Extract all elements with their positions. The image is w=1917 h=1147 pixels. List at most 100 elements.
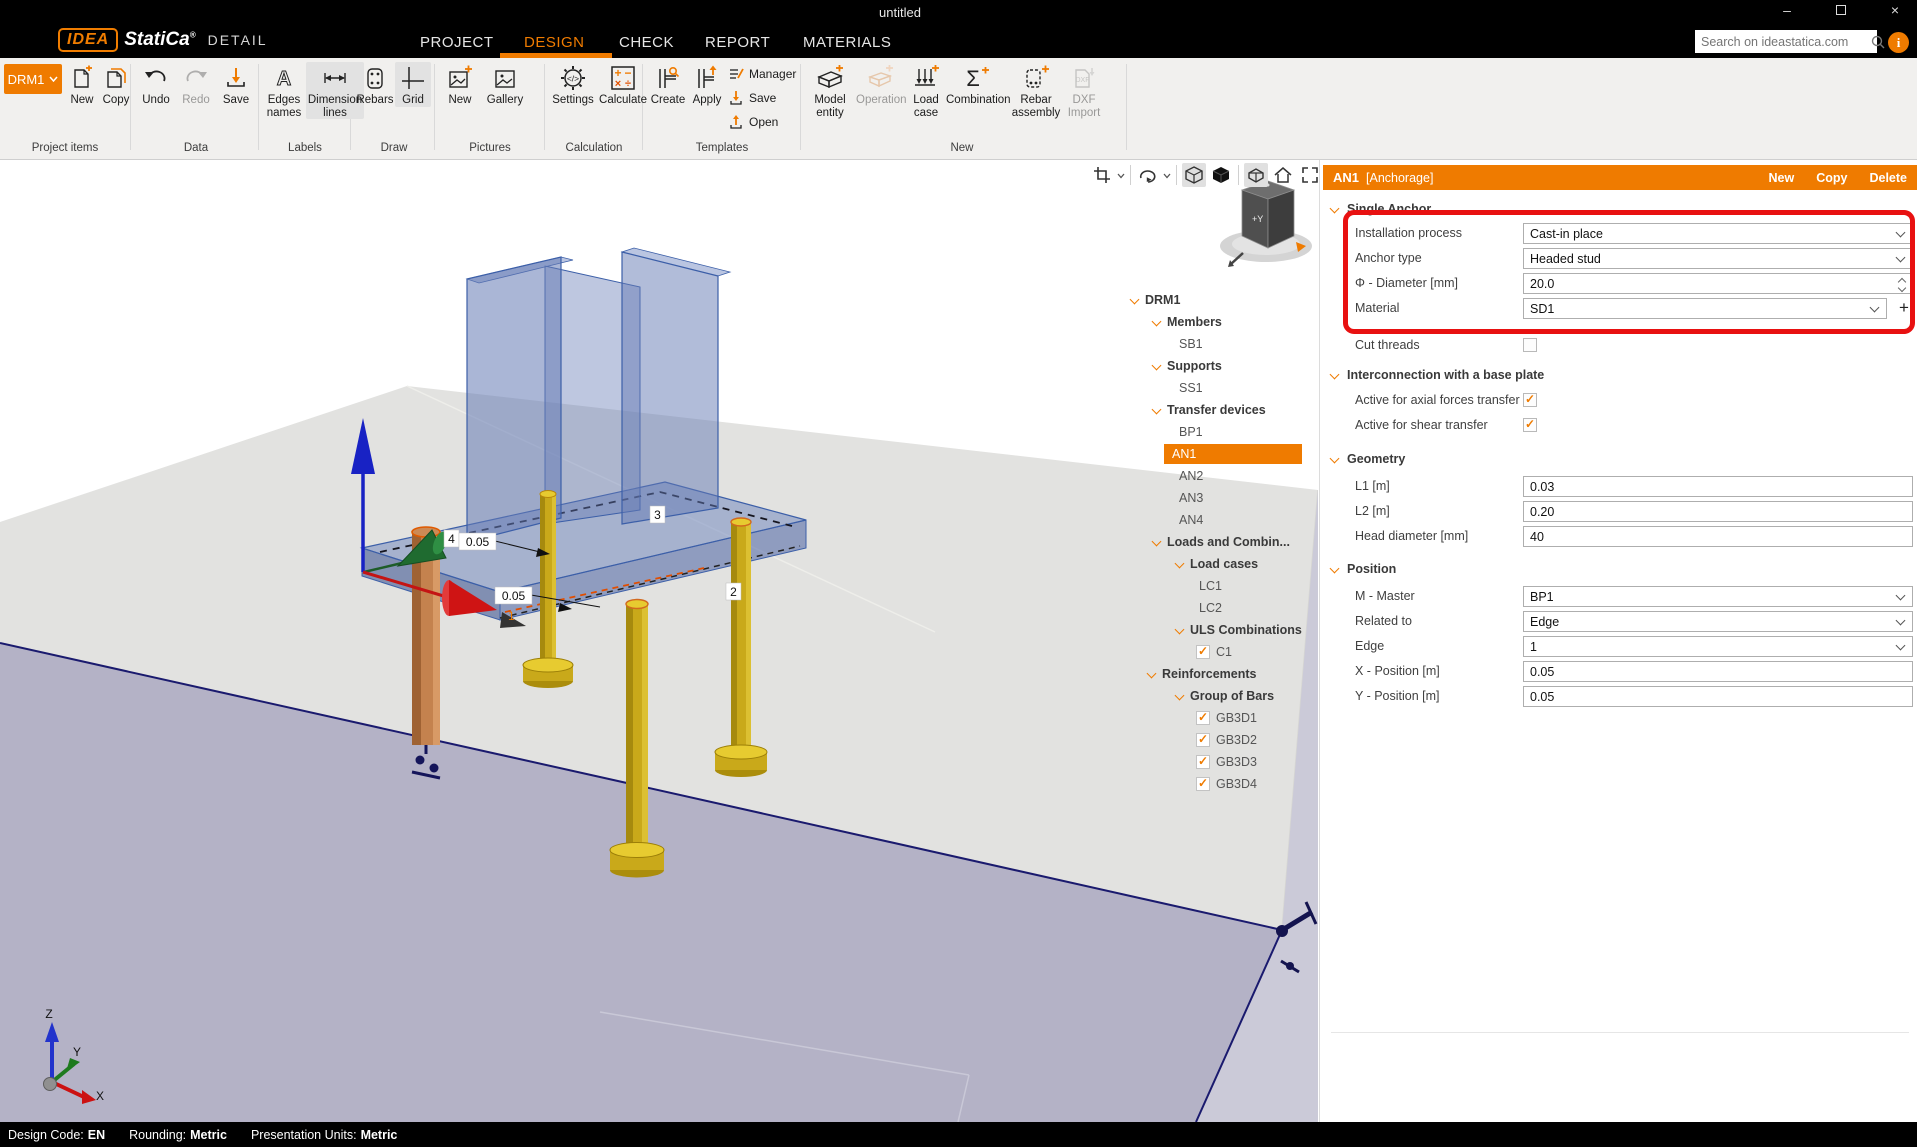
section-crop-tool[interactable] <box>1090 163 1114 187</box>
section-interconnection[interactable]: Interconnection with a base plate <box>1331 368 1544 382</box>
tree-item-gb3d1[interactable]: GB3D1 <box>1196 708 1257 728</box>
chevron-down-icon[interactable] <box>1331 455 1339 463</box>
template-manager-button[interactable]: Manager <box>728 66 796 82</box>
dxf-import-button[interactable]: DXF DXF Import <box>1064 62 1104 119</box>
new-combination-button[interactable]: Σ Combination <box>946 62 1008 107</box>
tree-item-group-of-bars[interactable]: Group of Bars <box>1176 686 1274 706</box>
tree-item-an2[interactable]: AN2 <box>1179 466 1203 486</box>
section-single-anchor[interactable]: Single Anchor <box>1331 202 1431 216</box>
chevron-down-icon[interactable] <box>1153 362 1161 370</box>
x-position-input[interactable]: 0.05 <box>1523 661 1913 682</box>
tree-item-ss1[interactable]: SS1 <box>1179 378 1203 398</box>
section-position[interactable]: Position <box>1331 562 1396 576</box>
close-button[interactable]: × <box>1881 2 1909 18</box>
search-icon[interactable] <box>1868 32 1888 52</box>
panel-delete-button[interactable]: Delete <box>1869 171 1907 185</box>
axial-transfer-checkbox[interactable] <box>1523 393 1537 407</box>
panel-new-button[interactable]: New <box>1769 171 1795 185</box>
add-material-button[interactable]: + <box>1895 298 1913 319</box>
clipped-view-button[interactable] <box>1244 163 1268 187</box>
l1-input[interactable]: 0.03 <box>1523 476 1913 497</box>
related-to-select[interactable]: Edge <box>1523 611 1913 632</box>
wireframe-view-button[interactable] <box>1182 163 1206 187</box>
tree-item-uls-combinations[interactable]: ULS Combinations <box>1176 620 1302 640</box>
tree-item-supports[interactable]: Supports <box>1153 356 1222 376</box>
chevron-down-icon[interactable] <box>1117 166 1125 184</box>
tab-report[interactable]: REPORT <box>705 34 770 51</box>
redo-button[interactable]: Redo <box>176 62 216 107</box>
chevron-down-icon[interactable] <box>1331 565 1339 573</box>
tree-item-members[interactable]: Members <box>1153 312 1222 332</box>
anchor-type-select[interactable]: Headed stud <box>1523 248 1913 269</box>
3d-viewport[interactable]: 4 0.05 0.05 1 3 2 +Y <box>0 160 1318 1122</box>
new-project-item-button[interactable]: New <box>64 62 100 107</box>
new-picture-button[interactable]: New <box>440 62 480 107</box>
template-open-button[interactable]: Open <box>728 114 778 130</box>
orbit-tool[interactable] <box>1136 163 1160 187</box>
grid-button[interactable]: Grid <box>395 62 431 107</box>
shear-transfer-checkbox[interactable] <box>1523 418 1537 432</box>
undo-button[interactable]: Undo <box>136 62 176 107</box>
chevron-down-icon[interactable] <box>1131 296 1139 304</box>
create-template-button[interactable]: Create <box>648 62 688 107</box>
project-item-selector[interactable]: DRM1 <box>4 64 62 94</box>
navigation-cube[interactable]: +Y <box>1220 181 1312 267</box>
anchor-an1-selected[interactable] <box>412 527 440 778</box>
checkbox-checked[interactable] <box>1196 645 1210 659</box>
apply-template-button[interactable]: Apply <box>688 62 726 107</box>
tree-item-lc2[interactable]: LC2 <box>1199 598 1222 618</box>
checkbox-checked[interactable] <box>1196 733 1210 747</box>
tab-check[interactable]: CHECK <box>619 34 674 51</box>
search-input[interactable] <box>1695 35 1868 49</box>
minimize-button[interactable]: – <box>1773 2 1801 18</box>
tab-design[interactable]: DESIGN <box>524 34 585 51</box>
l2-input[interactable]: 0.20 <box>1523 501 1913 522</box>
section-geometry[interactable]: Geometry <box>1331 452 1405 466</box>
spinner-arrows[interactable] <box>1899 278 1906 289</box>
edges-names-button[interactable]: A Edges names <box>262 62 306 119</box>
tab-project[interactable]: PROJECT <box>420 34 494 51</box>
tree-item-transfer-devices[interactable]: Transfer devices <box>1153 400 1266 420</box>
chevron-down-icon[interactable] <box>1176 692 1184 700</box>
tree-item-gb3d4[interactable]: GB3D4 <box>1196 774 1257 794</box>
tree-item-an1-selected[interactable]: AN1 <box>1164 444 1302 464</box>
tree-item-an3[interactable]: AN3 <box>1179 488 1203 508</box>
chevron-down-icon[interactable] <box>1331 371 1339 379</box>
checkbox-checked[interactable] <box>1196 777 1210 791</box>
new-rebar-assembly-button[interactable]: Rebar assembly <box>1010 62 1062 119</box>
edge-select[interactable]: 1 <box>1523 636 1913 657</box>
chevron-down-icon[interactable] <box>1148 670 1156 678</box>
gallery-button[interactable]: Gallery <box>482 62 528 107</box>
chevron-down-icon[interactable] <box>1153 318 1161 326</box>
checkbox-checked[interactable] <box>1196 711 1210 725</box>
tree-item-gb3d3[interactable]: GB3D3 <box>1196 752 1257 772</box>
save-button[interactable]: Save <box>216 62 256 107</box>
chevron-down-icon[interactable] <box>1331 205 1339 213</box>
tree-item-load-cases[interactable]: Load cases <box>1176 554 1258 574</box>
tree-item-lc1[interactable]: LC1 <box>1199 576 1222 596</box>
info-icon[interactable]: i <box>1888 32 1909 53</box>
cut-threads-checkbox[interactable] <box>1523 338 1537 352</box>
panel-copy-button[interactable]: Copy <box>1816 171 1847 185</box>
tree-item-gb3d2[interactable]: GB3D2 <box>1196 730 1257 750</box>
home-view-button[interactable] <box>1271 163 1295 187</box>
checkbox-checked[interactable] <box>1196 755 1210 769</box>
rebars-button[interactable]: Rebars <box>355 62 395 107</box>
y-position-input[interactable]: 0.05 <box>1523 686 1913 707</box>
chevron-down-icon[interactable] <box>1176 626 1184 634</box>
material-select[interactable]: SD1 <box>1523 298 1887 319</box>
tree-item-c1[interactable]: C1 <box>1196 642 1232 662</box>
new-load-case-button[interactable]: Load case <box>906 62 946 119</box>
new-model-entity-button[interactable]: Model entity <box>806 62 854 119</box>
head-diameter-input[interactable]: 40 <box>1523 526 1913 547</box>
tab-materials[interactable]: MATERIALS <box>803 34 891 51</box>
master-select[interactable]: BP1 <box>1523 586 1913 607</box>
tree-item-bp1[interactable]: BP1 <box>1179 422 1203 442</box>
tree-item-reinforcements[interactable]: Reinforcements <box>1148 664 1256 684</box>
chevron-down-icon[interactable] <box>1176 560 1184 568</box>
tree-item-an4[interactable]: AN4 <box>1179 510 1203 530</box>
chevron-down-icon[interactable] <box>1153 406 1161 414</box>
settings-button[interactable]: </> Settings <box>550 62 596 107</box>
tree-item-loads-and-combinations[interactable]: Loads and Combin... <box>1153 532 1290 552</box>
diameter-input[interactable]: 20.0 <box>1523 273 1913 294</box>
